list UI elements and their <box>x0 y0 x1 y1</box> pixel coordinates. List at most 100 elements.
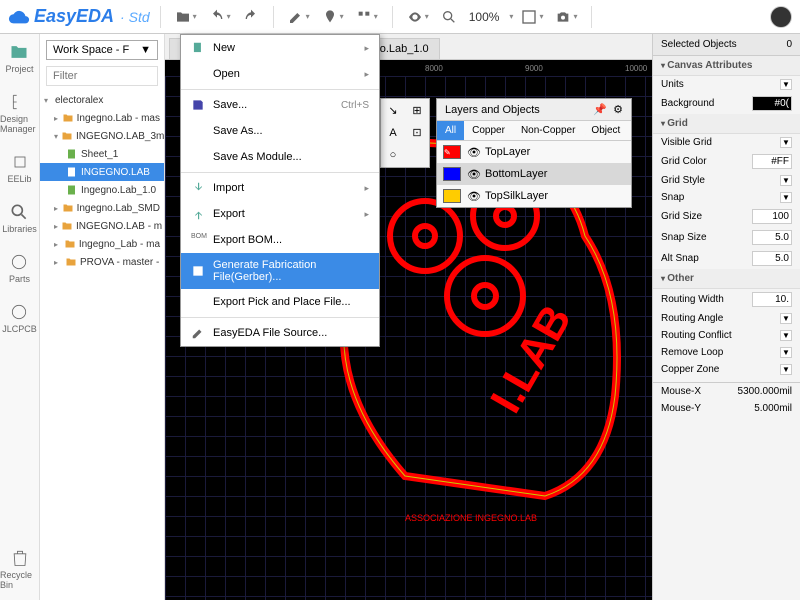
left-toolbar: Project Design Manager EELib Libraries P… <box>0 34 40 600</box>
edit-button[interactable]: ▾ <box>284 6 314 28</box>
snap-dropdown[interactable]: ▼ <box>780 192 792 203</box>
tree-pcb[interactable]: Ingegno.Lab_1.0 <box>40 181 164 199</box>
camera-icon <box>555 9 571 25</box>
file-menu-button[interactable]: ▾ <box>171 6 201 28</box>
alt-snap-value[interactable]: 5.0 <box>752 251 792 266</box>
menu-save-module[interactable]: Save As Module... <box>181 144 379 170</box>
tree-folder[interactable]: ▸Ingegno_Lab - ma <box>40 235 164 253</box>
layer-color-swatch: ✎ <box>443 145 461 159</box>
filter-input[interactable] <box>46 66 158 86</box>
remove-loop-dropdown[interactable]: ▼ <box>780 347 792 358</box>
tool-button[interactable]: A <box>381 122 405 144</box>
folder-open-icon <box>61 130 73 142</box>
grid-section[interactable]: Grid <box>653 114 800 134</box>
menu-export-bom[interactable]: BOMExport BOM... <box>181 227 379 253</box>
tree-sheet[interactable]: Sheet_1 <box>40 145 164 163</box>
folder-icon <box>9 42 29 62</box>
jlcpcb-tab[interactable]: JLCPCB <box>2 302 37 334</box>
cloud-icon <box>8 6 30 28</box>
grid-color-value[interactable]: #FF <box>752 154 792 169</box>
parts-tab[interactable]: Parts <box>9 252 30 284</box>
zoom-value[interactable]: 100% <box>469 10 500 24</box>
menu-file-source[interactable]: EasyEDA File Source... <box>181 320 379 346</box>
background-value[interactable]: #0( <box>752 96 792 111</box>
pencil-icon <box>288 9 304 25</box>
eye-icon[interactable]: 👁 <box>467 190 479 203</box>
svg-text:ASSOCIAZIONE INGEGNO.LAB: ASSOCIAZIONE INGEGNO.LAB <box>405 513 537 523</box>
grid-style-dropdown[interactable]: ▼ <box>780 175 792 186</box>
folder-icon <box>61 220 73 232</box>
tree-pcb[interactable]: INGEGNO.LAB <box>40 163 164 181</box>
grid-size-value[interactable]: 100 <box>752 209 792 224</box>
tree-folder[interactable]: ▸PROVA - master - <box>40 253 164 271</box>
eye-icon[interactable]: 👁 <box>467 168 479 181</box>
other-section[interactable]: Other <box>653 269 800 289</box>
tree-folder[interactable]: ▾INGEGNO.LAB_3m <box>40 127 164 145</box>
canvas-attributes-section[interactable]: Canvas Attributes <box>653 56 800 76</box>
routing-conflict-dropdown[interactable]: ▼ <box>780 330 792 341</box>
snap-size-value[interactable]: 5.0 <box>752 230 792 245</box>
folder-icon <box>175 9 191 25</box>
tree-root[interactable]: ▾electoralex <box>40 92 164 109</box>
folder-icon <box>62 202 74 214</box>
view-button[interactable]: ▾ <box>403 6 433 28</box>
layers-tab-object[interactable]: Object <box>583 121 628 140</box>
jlc-icon <box>9 302 29 322</box>
search-icon <box>9 202 29 222</box>
tool-button[interactable]: ○ <box>381 144 405 166</box>
units-dropdown[interactable]: ▼ <box>780 79 792 90</box>
eye-icon <box>407 9 423 25</box>
menu-save-as[interactable]: Save As... <box>181 118 379 144</box>
zoom-icon <box>441 9 457 25</box>
tool-button[interactable]: ↘ <box>381 99 405 121</box>
align-button[interactable]: ▾ <box>352 6 382 28</box>
redo-icon <box>243 9 259 25</box>
menu-export-pick-place[interactable]: Export Pick and Place File... <box>181 289 379 315</box>
layer-row[interactable]: ✎👁TopLayer <box>437 141 631 163</box>
libraries-tab[interactable]: Libraries <box>2 202 37 234</box>
menu-save[interactable]: Save...Ctrl+S <box>181 92 379 118</box>
layer-row[interactable]: 👁TopSilkLayer <box>437 185 631 207</box>
file-menu-popup: New▸ Open▸ Save...Ctrl+S Save As... Save… <box>180 34 380 347</box>
visible-grid-dropdown[interactable]: ▼ <box>780 137 792 148</box>
layers-tab-all[interactable]: All <box>437 121 464 140</box>
menu-export[interactable]: Export▸ <box>181 201 379 227</box>
eye-icon[interactable]: 👁 <box>467 146 479 159</box>
tree-folder[interactable]: ▸INGEGNO.LAB - m <box>40 217 164 235</box>
gear-icon[interactable]: ⚙ <box>613 103 623 116</box>
layers-tab-copper[interactable]: Copper <box>464 121 513 140</box>
layers-tab-noncopper[interactable]: Non-Copper <box>513 121 583 140</box>
routing-width-value[interactable]: 10. <box>752 292 792 307</box>
design-manager-tab[interactable]: Design Manager <box>0 92 39 134</box>
layer-row[interactable]: 👁BottomLayer <box>437 163 631 185</box>
recycle-bin-tab[interactable]: Recycle Bin <box>0 548 39 590</box>
place-button[interactable]: ▾ <box>318 6 348 28</box>
tool-button[interactable]: ⊡ <box>405 122 429 144</box>
redo-button[interactable] <box>239 6 263 28</box>
user-avatar[interactable] <box>770 6 792 28</box>
routing-angle-dropdown[interactable]: ▼ <box>780 313 792 324</box>
tool-button[interactable]: ⊞ <box>405 99 429 121</box>
menu-new[interactable]: New▸ <box>181 35 379 61</box>
tree-folder[interactable]: ▸Ingegno.Lab - mas <box>40 109 164 127</box>
camera-button[interactable]: ▾ <box>551 6 581 28</box>
project-tree: ▾electoralex ▸Ingegno.Lab - mas ▾INGEGNO… <box>40 92 164 271</box>
properties-panel: Selected Objects0 Canvas Attributes Unit… <box>652 34 800 600</box>
gerber-icon <box>191 264 205 278</box>
menu-import[interactable]: Import▸ <box>181 175 379 201</box>
menu-generate-gerber[interactable]: Generate Fabrication File(Gerber)... <box>181 253 379 289</box>
copper-zone-dropdown[interactable]: ▼ <box>780 364 792 375</box>
workspace-selector[interactable]: Work Space - F▼ <box>46 40 158 60</box>
tree-folder[interactable]: ▸Ingegno.Lab_SMD <box>40 199 164 217</box>
chip-icon <box>10 152 30 172</box>
eelib-tab[interactable]: EELib <box>7 152 31 184</box>
project-tab[interactable]: Project <box>5 42 33 74</box>
undo-button[interactable]: ▾ <box>205 6 235 28</box>
pin-icon[interactable]: 📌 <box>593 103 607 116</box>
folder-icon <box>65 256 77 268</box>
save-icon <box>191 98 205 112</box>
layout-button[interactable]: ▾ <box>517 6 547 28</box>
menu-open[interactable]: Open▸ <box>181 61 379 87</box>
layout-icon <box>521 9 537 25</box>
zoom-in-button[interactable] <box>437 6 461 28</box>
